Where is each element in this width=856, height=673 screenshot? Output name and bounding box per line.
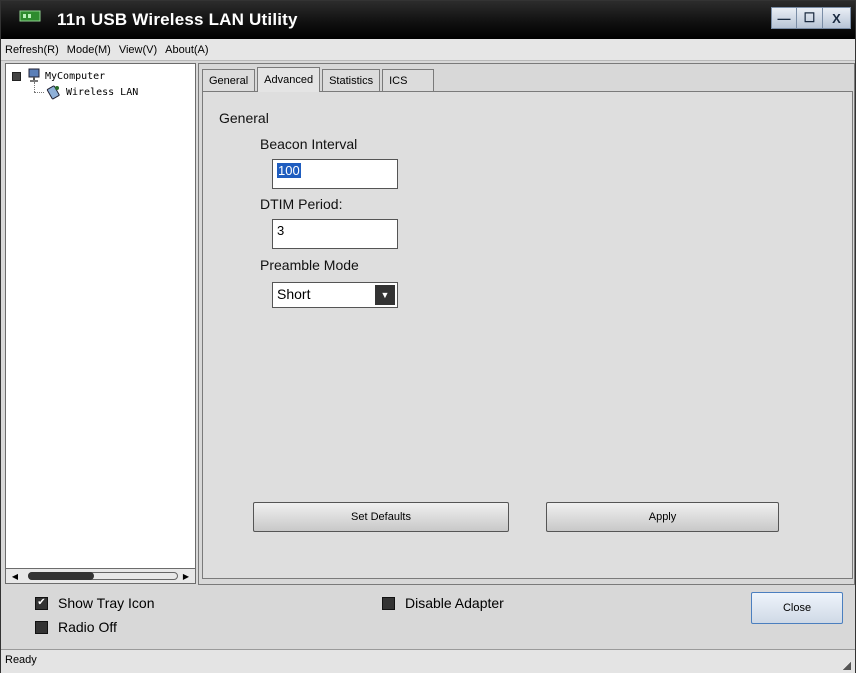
advanced-tab-page: General Beacon Interval 100 DTIM Period:…: [202, 91, 853, 579]
app-window: 11n USB Wireless LAN Utility — ☐ X Refre…: [0, 0, 856, 673]
tree-horizontal-scrollbar[interactable]: ◀ ▶: [5, 568, 196, 584]
collapse-icon[interactable]: [12, 71, 21, 81]
preamble-mode-label: Preamble Mode: [260, 257, 359, 273]
tab-advanced[interactable]: Advanced: [257, 67, 321, 92]
checkbox-unchecked-icon[interactable]: [382, 596, 395, 610]
maximize-button[interactable]: ☐: [797, 7, 823, 29]
tree-item-wireless-lan[interactable]: Wireless LAN: [46, 84, 138, 100]
menu-about[interactable]: About(A): [165, 44, 208, 56]
device-tree[interactable]: MyComputer Wireless LAN: [5, 63, 196, 583]
radio-off-checkbox[interactable]: Radio Off: [35, 619, 117, 635]
set-defaults-button[interactable]: Set Defaults: [253, 502, 509, 532]
tab-strip: General Advanced Statistics ICS: [202, 67, 436, 92]
tree-label-wireless-lan: Wireless LAN: [66, 86, 139, 98]
checkbox-checked-icon[interactable]: ✔: [35, 596, 48, 610]
beacon-interval-label: Beacon Interval: [260, 136, 358, 152]
show-tray-icon-label: Show Tray Icon: [58, 595, 155, 611]
app-icon: [19, 10, 41, 22]
section-label-general: General: [219, 110, 269, 126]
tree-label-mycomputer: MyComputer: [45, 70, 106, 82]
preamble-mode-select[interactable]: Short ▼: [272, 282, 398, 308]
menu-mode[interactable]: Mode(M): [67, 44, 111, 56]
apply-button[interactable]: Apply: [546, 502, 779, 532]
scroll-thumb[interactable]: [28, 572, 94, 580]
close-window-button[interactable]: X: [823, 7, 851, 29]
preamble-mode-value: Short: [277, 286, 311, 302]
tab-ics[interactable]: ICS: [382, 69, 435, 91]
menu-view[interactable]: View(V): [119, 44, 157, 56]
checkbox-unchecked-icon[interactable]: [35, 620, 48, 634]
scroll-left-arrow-icon[interactable]: ◀: [8, 570, 22, 582]
tab-general[interactable]: General: [202, 69, 256, 91]
dtim-period-label: DTIM Period:: [260, 196, 343, 212]
menu-bar: Refresh(R) Mode(M) View(V) About(A): [1, 39, 855, 61]
beacon-interval-value: 100: [277, 163, 301, 178]
resize-grip-icon[interactable]: [843, 662, 851, 670]
status-bar: Ready: [1, 649, 855, 673]
tree-connector: [34, 82, 35, 92]
wireless-adapter-icon: [46, 85, 60, 100]
title-bar[interactable]: 11n USB Wireless LAN Utility — ☐ X: [1, 1, 855, 39]
disable-adapter-checkbox[interactable]: Disable Adapter: [382, 595, 504, 611]
tree-connector: [34, 92, 44, 93]
scroll-right-arrow-icon[interactable]: ▶: [179, 570, 193, 582]
tab-statistics[interactable]: Statistics: [322, 69, 381, 91]
chevron-down-icon[interactable]: ▼: [375, 285, 395, 305]
minimize-button[interactable]: —: [771, 7, 797, 29]
radio-off-label: Radio Off: [58, 619, 117, 635]
tree-item-mycomputer[interactable]: MyComputer: [12, 68, 105, 84]
menu-refresh[interactable]: Refresh(R): [5, 44, 59, 56]
disable-adapter-label: Disable Adapter: [405, 595, 504, 611]
beacon-interval-input[interactable]: 100: [272, 159, 398, 189]
status-text: Ready: [5, 654, 37, 666]
show-tray-icon-checkbox[interactable]: ✔ Show Tray Icon: [35, 595, 155, 611]
close-button[interactable]: Close: [751, 592, 843, 624]
dtim-period-value: 3: [277, 223, 285, 238]
window-title: 11n USB Wireless LAN Utility: [57, 10, 298, 29]
dtim-period-input[interactable]: 3: [272, 219, 398, 249]
window-controls: — ☐ X: [771, 7, 851, 29]
